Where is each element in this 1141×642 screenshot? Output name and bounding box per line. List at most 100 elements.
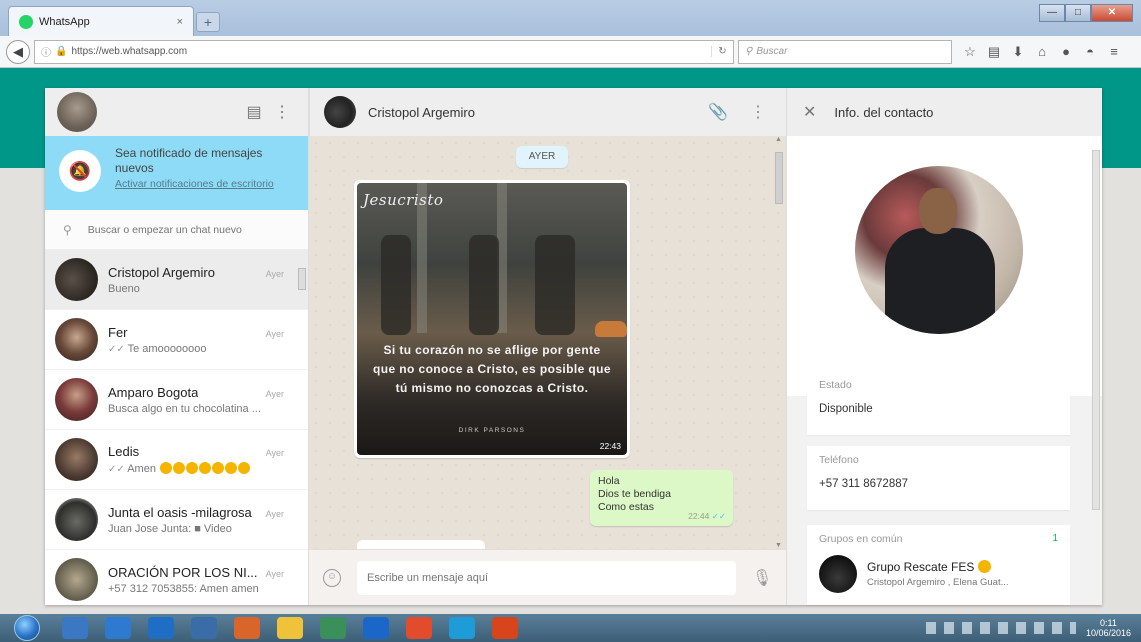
chat-list-scrollbar[interactable]: [298, 254, 306, 599]
emoji-icon: [173, 462, 186, 474]
bookmark-star-icon[interactable]: ☆: [958, 44, 982, 60]
microphone-icon[interactable]: 🎙: [752, 568, 772, 588]
notification-banner[interactable]: 🔕 Sea notificado de mensajes nuevos Acti…: [45, 136, 308, 210]
window-controls: — □ ✕: [1039, 4, 1133, 22]
enable-notifications-link[interactable]: Activar notificaciones de escritorio: [115, 178, 294, 190]
browser-search-box[interactable]: ⚲ Buscar: [738, 39, 952, 64]
chat-icon[interactable]: ●: [1054, 44, 1078, 60]
chat-item-amparo[interactable]: Amparo Bogota Ayer Busca algo en tu choc…: [45, 370, 308, 430]
chat-item-fer[interactable]: Fer Ayer ✓✓ Te amoooooooo: [45, 310, 308, 370]
attach-paperclip-icon[interactable]: 📎: [704, 102, 732, 122]
whatsapp-app: ▤ ⋮ 🔕 Sea notificado de mensajes nuevos …: [45, 88, 1102, 605]
image-message[interactable]: Jesucristo Si tu corazón no se aflige po…: [354, 180, 630, 458]
clock-date: 10/06/2016: [1085, 628, 1131, 638]
new-chat-icon[interactable]: ▤: [240, 102, 268, 122]
group-item[interactable]: Grupo Rescate FES Cristopol Argemiro , E…: [819, 555, 1058, 593]
site-info-icon[interactable]: ⓘ: [41, 44, 51, 59]
browser-tab-whatsapp[interactable]: WhatsApp ×: [8, 6, 194, 36]
taskbar-apps: [62, 617, 518, 639]
pocket-icon[interactable]: ◓: [1078, 44, 1102, 60]
chat-search-input[interactable]: [87, 223, 278, 236]
emoji-icon: [225, 462, 238, 474]
menu-dots-icon[interactable]: ⋮: [744, 102, 772, 122]
taskbar-app-icon[interactable]: [492, 617, 518, 639]
chat-item-junta[interactable]: Junta el oasis -milagrosa Ayer Juan Jose…: [45, 490, 308, 550]
phone-card: Teléfono +57 311 8672887: [807, 446, 1070, 510]
minimize-button[interactable]: —: [1039, 4, 1065, 22]
conversation-header[interactable]: Cristopol Argemiro 📎 ⋮: [309, 88, 786, 136]
scroll-up-arrow-icon[interactable]: ▲: [775, 136, 782, 143]
chat-list: Cristopol Argemiro Ayer Bueno Fer Ayer ✓…: [45, 250, 308, 605]
taskbar-ie-icon[interactable]: [62, 617, 88, 639]
estado-card: Estado Disponible: [807, 371, 1070, 435]
chat-time: Ayer: [265, 508, 284, 519]
group-members: Cristopol Argemiro , Elena Guat...: [867, 577, 1009, 588]
start-button[interactable]: [14, 615, 40, 641]
tab-title: WhatsApp: [39, 15, 90, 28]
page-background: ▤ ⋮ 🔕 Sea notificado de mensajes nuevos …: [0, 68, 1141, 614]
back-button[interactable]: ◀: [6, 39, 30, 64]
chat-preview: Busca algo en tu chocolatina ...: [108, 402, 261, 415]
taskbar-firefox-icon[interactable]: [148, 617, 174, 639]
emoji-icon: [160, 462, 173, 474]
chat-name: ORACIÓN POR LOS NI...: [108, 564, 258, 580]
taskbar-opera-icon[interactable]: [406, 617, 432, 639]
chat-preview: ✓✓ Te amoooooooo: [108, 342, 207, 355]
reload-icon[interactable]: ↻: [711, 46, 733, 57]
scrollbar-thumb[interactable]: [1092, 150, 1100, 510]
downloads-icon[interactable]: ⬇: [1006, 44, 1030, 60]
common-groups-card: Grupos en común 1 Grupo Rescate FES Cris…: [807, 525, 1070, 605]
taskbar-network-icon[interactable]: [320, 617, 346, 639]
maximize-button[interactable]: □: [1065, 4, 1091, 22]
scrollbar-thumb[interactable]: [298, 268, 306, 290]
contact-info-header: ✕ Info. del contacto: [787, 88, 1102, 136]
chat-item-cristopol[interactable]: Cristopol Argemiro Ayer Bueno: [45, 250, 308, 310]
chat-item-oracion[interactable]: ORACIÓN POR LOS NI... Ayer +57 312 70538…: [45, 550, 308, 605]
search-icon: ⚲: [63, 222, 72, 237]
emoji-icon: [238, 462, 251, 474]
browser-search-placeholder: Buscar: [756, 46, 788, 57]
taskbar-word-icon[interactable]: [191, 617, 217, 639]
menu-icon[interactable]: ≡: [1102, 44, 1126, 60]
sidebar-header: ▤ ⋮: [45, 88, 308, 136]
message-input[interactable]: [357, 560, 736, 595]
chat-name: Amparo Bogota: [108, 384, 199, 400]
tab-close-icon[interactable]: ×: [177, 16, 183, 28]
home-icon[interactable]: ⌂: [1030, 44, 1054, 60]
reading-list-icon[interactable]: ▤: [982, 44, 1006, 60]
my-avatar[interactable]: [57, 92, 97, 132]
emoji-icon: [199, 462, 212, 474]
chat-time: Ayer: [265, 568, 284, 579]
taskbar-chrome-icon[interactable]: [105, 617, 131, 639]
taskbar-edge-icon[interactable]: [363, 617, 389, 639]
contact-name[interactable]: Cristopol Argemiro: [368, 105, 692, 120]
contact-avatar[interactable]: [324, 96, 356, 128]
contact-info-scrollbar[interactable]: [1092, 140, 1100, 600]
taskbar-skype-icon[interactable]: [449, 617, 475, 639]
chat-name: Junta el oasis -milagrosa: [108, 504, 252, 520]
outgoing-message[interactable]: Hola Dios te bendiga Como estas 22:44 ✓✓: [590, 470, 733, 526]
scroll-down-arrow-icon[interactable]: ▼: [775, 542, 782, 549]
close-window-button[interactable]: ✕: [1091, 4, 1133, 22]
chat-preview: ✓✓ Amen: [108, 462, 278, 475]
scrollbar-thumb[interactable]: [775, 152, 783, 204]
profile-photo[interactable]: [855, 166, 1023, 334]
emoji-picker-icon[interactable]: ☺: [323, 568, 341, 587]
chat-item-ledis[interactable]: Ledis Ayer ✓✓ Amen: [45, 430, 308, 490]
new-tab-button[interactable]: +: [196, 12, 220, 32]
day-divider: AYER: [516, 146, 568, 168]
taskbar-explorer-icon[interactable]: [277, 617, 303, 639]
address-bar[interactable]: ⓘ 🔒 https://web.whatsapp.com ↻: [34, 39, 734, 64]
close-icon[interactable]: ✕: [803, 102, 816, 122]
message-scrollbar[interactable]: ▲ ▼: [774, 136, 784, 549]
browser-tabbar: WhatsApp × + — □ ✕: [0, 0, 1141, 36]
chat-time: Ayer: [265, 268, 284, 279]
tray-icons[interactable]: [925, 622, 1076, 634]
clock[interactable]: 0:11 10/06/2016: [1086, 618, 1131, 638]
phone-value[interactable]: +57 311 8672887: [819, 478, 1058, 490]
chat-search: ⚲: [45, 210, 308, 250]
toolbar-icons: ☆ ▤ ⬇ ⌂ ● ◓ ≡: [958, 44, 1126, 60]
menu-dots-icon[interactable]: ⋮: [268, 102, 296, 122]
taskbar-media-player-icon[interactable]: [234, 617, 260, 639]
shared-image[interactable]: Jesucristo Si tu corazón no se aflige po…: [357, 183, 627, 455]
